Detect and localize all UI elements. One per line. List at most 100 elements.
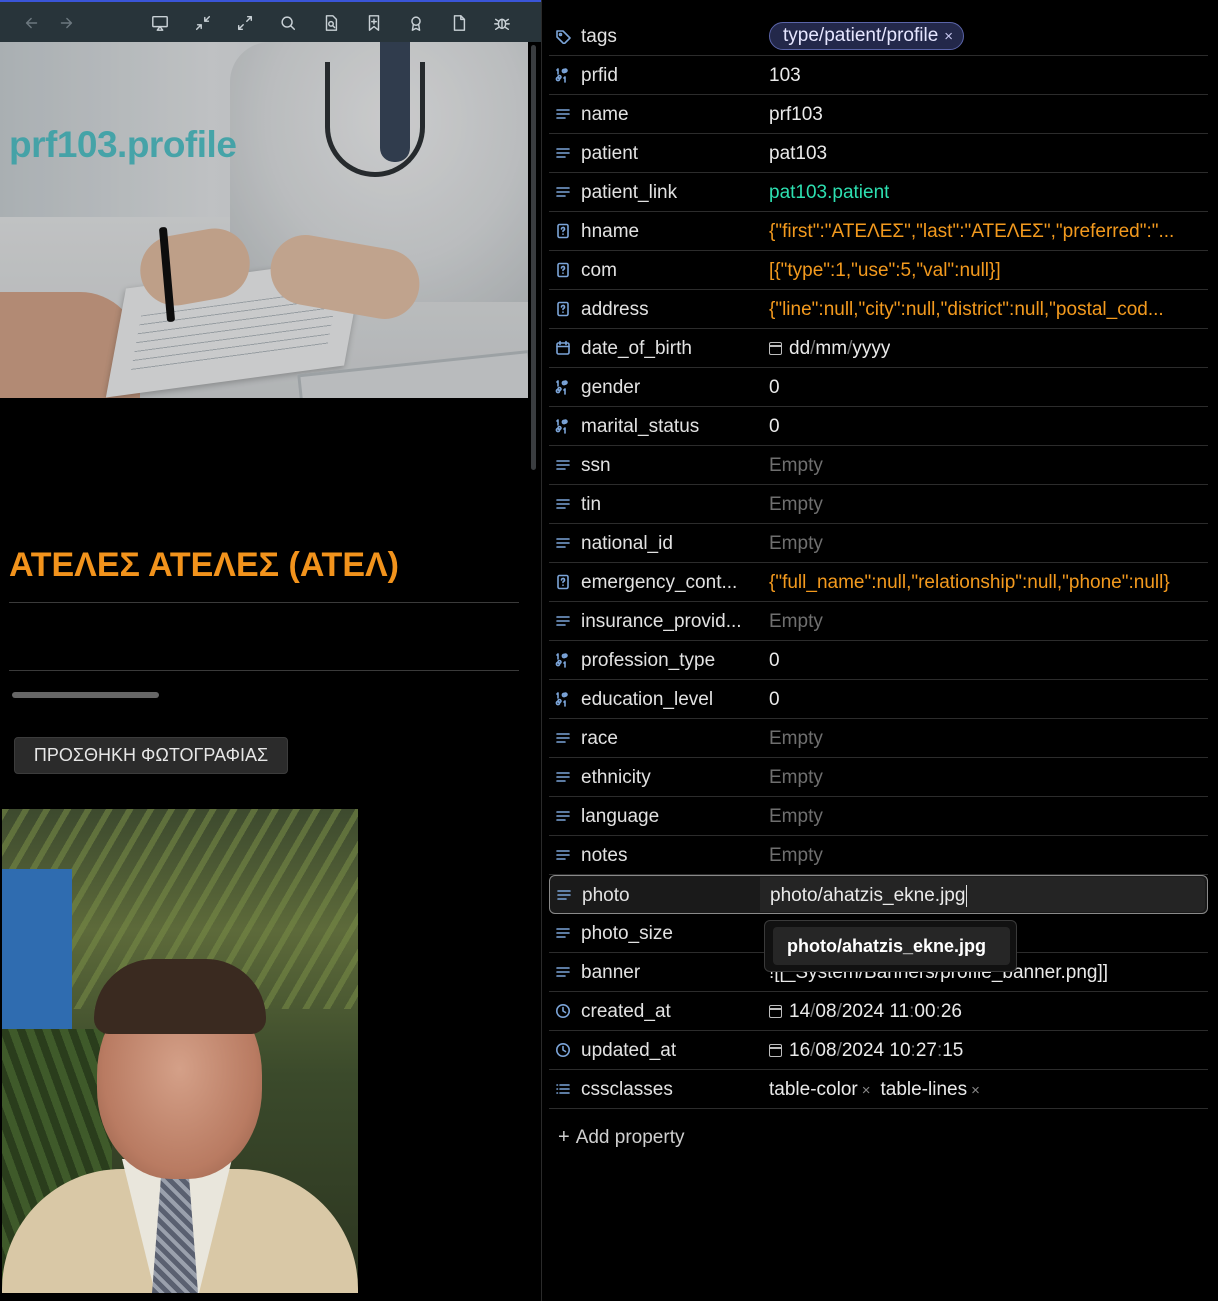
property-key[interactable]: updated_at — [581, 1040, 676, 1062]
forward-arrow-icon[interactable] — [56, 13, 76, 33]
property-value[interactable]: photo/ahatzis_ekne.jpg — [770, 885, 968, 907]
property-row-tin[interactable]: tin Empty — [549, 485, 1208, 524]
property-value[interactable]: [{"type":1,"use":5,"val":null}] — [769, 260, 1001, 282]
property-row-tags[interactable]: tags type/patient/profile × — [549, 17, 1208, 56]
property-value[interactable]: Empty — [769, 494, 823, 516]
property-row-insurance-provid[interactable]: insurance_provid... Empty — [549, 602, 1208, 641]
property-row-profession-type[interactable]: profession_type 0 — [549, 641, 1208, 680]
property-value[interactable]: Empty — [769, 728, 823, 750]
property-row-name[interactable]: name prf103 — [549, 95, 1208, 134]
pane-divider[interactable] — [541, 0, 542, 1301]
property-value[interactable]: Empty — [769, 533, 823, 555]
preview-scrollbar[interactable] — [531, 45, 536, 470]
property-row-created-at[interactable]: created_at 14/08/2024 11:00:26 — [549, 992, 1208, 1031]
property-value[interactable]: Empty — [769, 845, 823, 867]
css-class-chip[interactable]: table-lines × — [880, 1079, 979, 1100]
datetime-input[interactable]: 14/08/2024 11:00:26 — [769, 1001, 962, 1023]
property-value[interactable]: 0 — [769, 689, 780, 711]
page-icon[interactable] — [449, 13, 469, 33]
property-key[interactable]: insurance_provid... — [581, 611, 742, 633]
calendar-icon[interactable] — [769, 1005, 782, 1018]
internal-link[interactable]: pat103.patient — [769, 182, 889, 204]
datetime-input[interactable]: 16/08/2024 10:27:15 — [769, 1040, 963, 1062]
property-row-updated-at[interactable]: updated_at 16/08/2024 10:27:15 — [549, 1031, 1208, 1070]
property-key[interactable]: cssclasses — [581, 1079, 673, 1101]
add-photo-button[interactable]: ΠΡΟΣΘΗΚΗ ΦΩΤΟΓΡΑΦΙΑΣ — [14, 737, 288, 774]
cast-icon[interactable] — [150, 13, 170, 33]
property-row-address[interactable]: address {"line":null,"city":null,"distric… — [549, 290, 1208, 329]
date-input[interactable]: dd/mm/yyyy — [769, 338, 890, 360]
property-row-date-of-birth[interactable]: date_of_birth dd/mm/yyyy — [549, 329, 1208, 368]
property-row-notes[interactable]: notes Empty — [549, 836, 1208, 875]
property-row-patient-link[interactable]: patient_link pat103.patient — [549, 173, 1208, 212]
collapse-icon[interactable] — [193, 13, 213, 33]
tag-pill[interactable]: type/patient/profile × — [769, 22, 965, 50]
property-key[interactable]: tags — [581, 26, 617, 48]
back-arrow-icon[interactable] — [22, 13, 42, 33]
property-key[interactable]: emergency_cont... — [581, 572, 737, 594]
property-row-com[interactable]: com [{"type":1,"use":5,"val":null}] — [549, 251, 1208, 290]
property-value[interactable]: pat103 — [769, 143, 827, 165]
property-key[interactable]: profession_type — [581, 650, 715, 672]
property-row-gender[interactable]: gender 0 — [549, 368, 1208, 407]
property-key[interactable]: education_level — [581, 689, 713, 711]
property-row-language[interactable]: language Empty — [549, 797, 1208, 836]
property-row-ethnicity[interactable]: ethnicity Empty — [549, 758, 1208, 797]
property-row-emergency-cont[interactable]: emergency_cont... {"full_name":null,"rela… — [549, 563, 1208, 602]
property-key[interactable]: language — [581, 806, 659, 828]
property-row-prfid[interactable]: prfid 103 — [549, 56, 1208, 95]
property-value[interactable]: Empty — [769, 611, 823, 633]
badge-icon[interactable] — [406, 13, 426, 33]
property-key[interactable]: prfid — [581, 65, 618, 87]
search-icon[interactable] — [278, 13, 298, 33]
property-value[interactable]: 0 — [769, 416, 780, 438]
property-value[interactable]: {"first":"ΑΤΕΛΕΣ","last":"ΑΤΕΛΕΣ","prefe… — [769, 221, 1174, 243]
property-value[interactable]: Empty — [769, 455, 823, 477]
property-key[interactable]: com — [581, 260, 617, 282]
property-key[interactable]: ethnicity — [581, 767, 651, 789]
property-key[interactable]: tin — [581, 494, 601, 516]
property-key[interactable]: patient_link — [581, 182, 677, 204]
property-key[interactable]: photo_size — [581, 923, 673, 945]
bug-icon[interactable] — [492, 13, 512, 33]
property-value[interactable]: {"line":null,"city":null,"district":null… — [769, 299, 1164, 321]
remove-chip-icon[interactable]: × — [971, 1082, 980, 1099]
property-key[interactable]: ssn — [581, 455, 611, 477]
property-row-cssclasses[interactable]: cssclasses table-color × table-lines × — [549, 1070, 1208, 1109]
property-row-ssn[interactable]: ssn Empty — [549, 446, 1208, 485]
property-row-marital-status[interactable]: marital_status 0 — [549, 407, 1208, 446]
remove-chip-icon[interactable]: × — [862, 1082, 871, 1099]
calendar-icon[interactable] — [769, 342, 782, 355]
property-value[interactable]: 0 — [769, 377, 780, 399]
property-row-national-id[interactable]: national_id Empty — [549, 524, 1208, 563]
property-key[interactable]: name — [581, 104, 629, 126]
property-key[interactable]: banner — [581, 962, 640, 984]
css-class-chip[interactable]: table-color × — [769, 1079, 870, 1100]
property-value[interactable]: 0 — [769, 650, 780, 672]
property-row-hname[interactable]: hname {"first":"ΑΤΕΛΕΣ","last":"ΑΤΕΛΕΣ","… — [549, 212, 1208, 251]
property-key[interactable]: photo — [582, 885, 630, 907]
property-key[interactable]: marital_status — [581, 416, 699, 438]
property-key[interactable]: race — [581, 728, 618, 750]
property-value[interactable]: 103 — [769, 65, 801, 87]
property-key[interactable]: patient — [581, 143, 638, 165]
property-value[interactable]: prf103 — [769, 104, 823, 126]
bookmark-icon[interactable] — [364, 13, 384, 33]
property-row-education-level[interactable]: education_level 0 — [549, 680, 1208, 719]
property-key[interactable]: hname — [581, 221, 639, 243]
property-key[interactable]: notes — [581, 845, 627, 867]
remove-tag-icon[interactable]: × — [944, 28, 953, 45]
property-value[interactable]: {"full_name":null,"relationship":null,"p… — [769, 572, 1170, 594]
property-key[interactable]: date_of_birth — [581, 338, 692, 360]
expand-icon[interactable] — [235, 13, 255, 33]
property-row-patient[interactable]: patient pat103 — [549, 134, 1208, 173]
property-key[interactable]: gender — [581, 377, 640, 399]
property-value[interactable]: table-color × table-lines × — [769, 1079, 990, 1101]
property-value[interactable]: Empty — [769, 806, 823, 828]
calendar-icon[interactable] — [769, 1044, 782, 1057]
property-key[interactable]: national_id — [581, 533, 673, 555]
property-row-race[interactable]: race Empty — [549, 719, 1208, 758]
autocomplete-suggestion[interactable]: photo/ahatzis_ekne.jpg — [773, 927, 1010, 965]
property-row-photo[interactable]: photo photo/ahatzis_ekne.jpg — [549, 875, 1208, 914]
add-property-button[interactable]: + Add property — [558, 1126, 684, 1149]
